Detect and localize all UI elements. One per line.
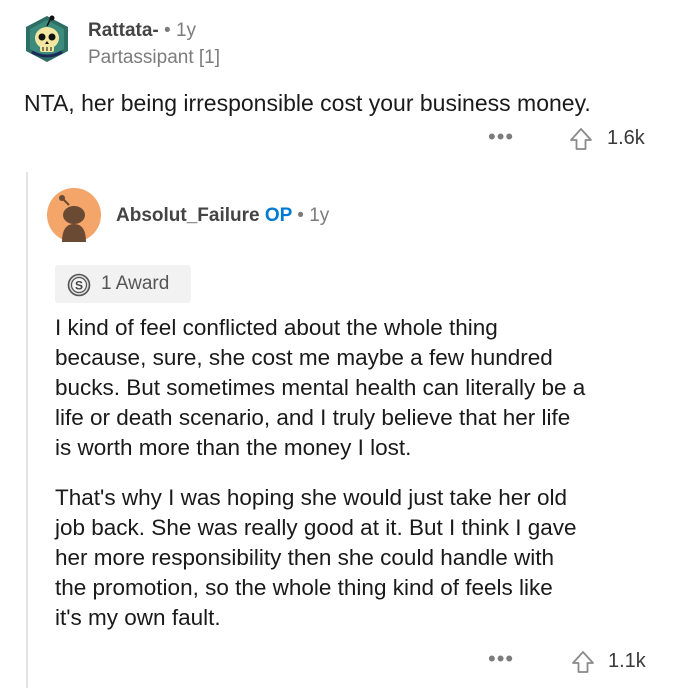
- upvote-arrow-icon[interactable]: [570, 649, 596, 680]
- separator-dot: •: [164, 20, 171, 41]
- comment-paragraph: That's why I was hoping she would just t…: [55, 483, 680, 633]
- comment-author: Rattata- • 1y: [88, 20, 196, 42]
- text-line: the promotion, so the whole thing kind o…: [55, 575, 553, 600]
- text-line: I kind of feel conflicted about the whol…: [55, 315, 498, 340]
- text-line: job back. She was really good at it. But…: [55, 515, 577, 540]
- award-badge[interactable]: S 1 Award: [55, 265, 191, 303]
- username-link[interactable]: Rattata-: [88, 20, 159, 41]
- comment-author: Absolut_Failure OP • 1y: [116, 205, 329, 227]
- default-snoo-avatar-icon[interactable]: [47, 188, 101, 242]
- vote-score: 1.6k: [607, 127, 645, 149]
- separator-dot: •: [297, 205, 304, 226]
- comment-age: 1y: [309, 205, 330, 226]
- skull-snoo-avatar-icon[interactable]: [22, 14, 72, 64]
- text-line: her more responsibility then she could h…: [55, 545, 555, 570]
- thread-line[interactable]: [26, 172, 28, 688]
- user-flair: Partassipant [1]: [88, 47, 221, 68]
- text-line: bucks. But sometimes mental health can l…: [55, 375, 586, 400]
- upvote-arrow-icon[interactable]: [568, 126, 594, 157]
- text-line: is worth more than the money I lost.: [55, 435, 412, 460]
- text-line: That's why I was hoping she would just t…: [55, 485, 568, 510]
- comment-body: I kind of feel conflicted about the whol…: [55, 313, 680, 653]
- comment-age: 1y: [175, 20, 197, 41]
- username-link[interactable]: Absolut_Failure: [116, 205, 260, 226]
- more-options-button[interactable]: •••: [488, 646, 514, 672]
- text-line: because, sure, she cost me maybe a few h…: [55, 345, 553, 370]
- silver-award-icon: S: [67, 273, 91, 302]
- comment-thread: Rattata- • 1y Partassipant [1] NTA, her …: [0, 0, 700, 688]
- text-line: it's my own fault.: [55, 605, 221, 630]
- vote-score: 1.1k: [608, 650, 646, 672]
- op-badge: OP: [264, 205, 292, 226]
- award-count: 1 Award: [101, 273, 170, 294]
- comment-body: NTA, her being irresponsible cost your b…: [24, 90, 591, 116]
- more-options-button[interactable]: •••: [488, 124, 514, 150]
- text-line: life or death scenario, and I truly beli…: [55, 405, 571, 430]
- svg-text:S: S: [75, 279, 83, 293]
- comment-paragraph: I kind of feel conflicted about the whol…: [55, 313, 680, 463]
